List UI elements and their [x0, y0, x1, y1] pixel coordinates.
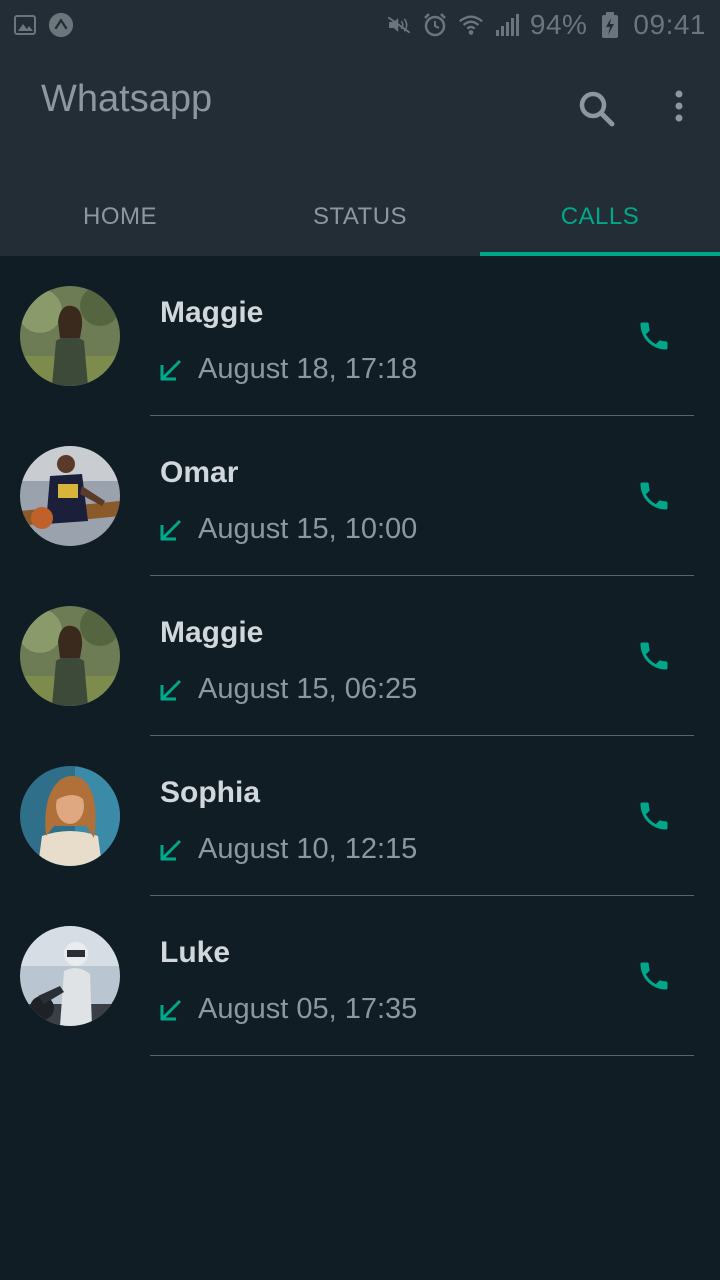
contact-name: Sophia: [160, 776, 261, 809]
tab-home[interactable]: HOME: [0, 178, 240, 256]
phone-icon: [640, 482, 668, 510]
call-time: August 18, 17:18: [198, 353, 418, 385]
call-time: August 15, 10:00: [198, 513, 418, 545]
avatar[interactable]: [20, 286, 120, 386]
phone-icon: [640, 962, 668, 990]
call-row[interactable]: Maggie August 18, 17:18: [0, 256, 720, 416]
call-button[interactable]: [630, 474, 678, 518]
more-vert-icon: [675, 90, 683, 122]
tab-status-label: STATUS: [312, 203, 408, 230]
phone-icon: [640, 642, 668, 670]
incoming-call-arrow-icon: [158, 677, 184, 703]
call-button[interactable]: [630, 314, 678, 358]
call-time: August 15, 06:25: [198, 673, 418, 705]
search-button[interactable]: [574, 86, 620, 132]
call-row[interactable]: Sophia August 10, 12:15: [0, 736, 720, 896]
avatar[interactable]: [20, 926, 120, 1026]
tab-bar: HOME STATUS CALLS: [0, 178, 720, 256]
status-time: 09:41: [633, 9, 706, 40]
incoming-call-arrow-icon: [158, 997, 184, 1023]
phone-icon: [640, 322, 668, 350]
app-title: Whatsapp: [41, 78, 213, 120]
incoming-call-arrow-icon: [158, 837, 184, 863]
call-row[interactable]: Maggie August 15, 06:25: [0, 576, 720, 736]
wifi-icon: [458, 12, 484, 38]
incoming-call-arrow-icon: [158, 357, 184, 383]
call-time: August 10, 12:15: [198, 833, 418, 865]
call-info: August 18, 17:18: [158, 353, 417, 386]
battery-charging-icon: [597, 12, 623, 38]
call-button[interactable]: [630, 954, 678, 998]
contact-name: Luke: [160, 936, 231, 969]
search-icon: [579, 91, 615, 127]
contact-name: Maggie: [160, 296, 264, 329]
app-bar: Whatsapp HOME STATUS CALLS: [0, 50, 720, 256]
tab-status[interactable]: STATUS: [240, 178, 480, 256]
phone-icon: [640, 802, 668, 830]
call-info: August 15, 10:00: [158, 513, 417, 546]
call-time: August 05, 17:35: [198, 993, 418, 1025]
more-options-button[interactable]: [664, 86, 694, 126]
alarm-icon: [422, 12, 448, 38]
contact-name: Omar: [160, 456, 239, 489]
call-row[interactable]: Luke August 05, 17:35: [0, 896, 720, 1056]
avatar[interactable]: [20, 606, 120, 706]
app-icon: [48, 12, 74, 38]
incoming-call-arrow-icon: [158, 517, 184, 543]
call-button[interactable]: [630, 634, 678, 678]
tab-calls[interactable]: CALLS: [480, 178, 720, 256]
mute-icon: [386, 12, 412, 38]
avatar[interactable]: [20, 766, 120, 866]
call-info: August 05, 17:35: [158, 993, 417, 1026]
contact-name: Maggie: [160, 616, 264, 649]
call-list: Maggie August 18, 17:18 Omar August 15, …: [0, 256, 720, 1056]
call-row[interactable]: Omar August 15, 10:00: [0, 416, 720, 576]
battery-percent: 94%: [529, 9, 588, 40]
call-info: August 15, 06:25: [158, 673, 417, 706]
tab-calls-label: CALLS: [560, 203, 640, 230]
tab-home-label: HOME: [83, 203, 157, 230]
avatar[interactable]: [20, 446, 120, 546]
gallery-icon: [12, 12, 38, 38]
status-bar: 94% 09:41: [0, 0, 720, 50]
phone-screen: 94% 09:41 Whatsapp HOME STATUS CALLS Mag…: [0, 0, 720, 1280]
call-button[interactable]: [630, 794, 678, 838]
signal-icon: [494, 12, 520, 38]
divider: [150, 1055, 694, 1056]
call-info: August 10, 12:15: [158, 833, 417, 866]
